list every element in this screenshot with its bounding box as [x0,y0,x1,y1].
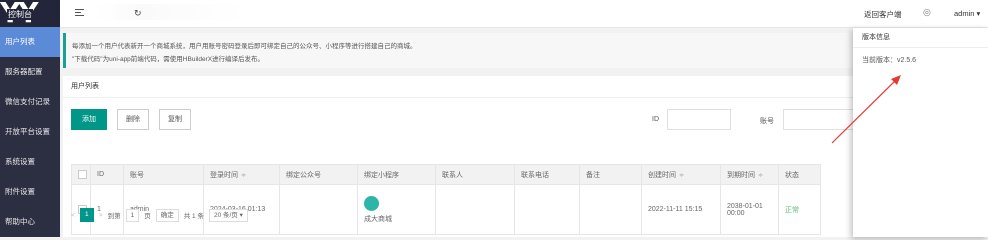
sidebar-menu: 用户列表 服务器配置 微信支付记录 开放平台设置 系统设置 附件设置 帮助中心 [0,27,60,237]
user-name: admin [954,9,975,18]
current-page[interactable]: 1 [79,208,94,222]
sidebar-item-wxpay[interactable]: 微信支付记录 [0,87,60,117]
cell-created: 2022-11-11 15:15 [641,184,721,235]
id-filter-label: ID [652,116,659,123]
col-account: 账号 [123,164,204,185]
col-status: 状态 [778,164,821,185]
col-phone: 联系电话 [514,164,580,185]
page-input[interactable]: 1 [125,208,140,222]
mini-program-icon [364,195,379,211]
page-unit: 页 [144,213,151,220]
col-login-time-label: 登录时间 [210,171,238,179]
sidebar-item-open-platform[interactable]: 开放平台设置 [0,117,60,147]
sidebar-item-help[interactable]: 帮助中心 [0,207,60,237]
page-size-select[interactable]: 20 条/页 ▾ [208,208,248,222]
add-button[interactable]: 添加 [71,109,107,130]
cell-expires: 2038-01-01 00:00 [720,184,779,235]
sort-icon: ≑ [241,172,247,179]
mini-program-name: 成大商城 [364,215,392,223]
col-remark: 备注 [579,164,642,185]
goto-label: 到第 [107,213,121,220]
col-login-time[interactable]: 登录时间 ≑ [203,164,280,185]
refresh-icon[interactable]: ↻ [134,8,142,19]
theme-icon[interactable]: ◎ [923,7,931,18]
notice-line-2: "下载代码"为uni-app前端代码，需使用HBuilderX进行编译后发布。 [72,56,265,63]
chevron-down-icon: ▾ [976,9,981,18]
version-popup-title: 版本信息 [853,28,988,48]
version-info: 当前版本：v2.5.6 [853,48,988,72]
cell-remark [579,184,642,235]
account-filter-label: 账号 [760,118,774,125]
id-filter-input[interactable] [667,109,731,130]
select-all-checkbox[interactable] [78,170,87,179]
confirm-button[interactable]: 确定 [155,208,179,222]
version-popup: 版本信息 当前版本：v2.5.6 [853,28,988,237]
version-value: v2.5.6 [897,57,917,64]
logo: YY 控制台 [0,0,60,27]
sidebar-item-attachments[interactable]: 附件设置 [0,177,60,207]
cell-mini: 成大商城 [357,184,436,235]
sidebar-item-users[interactable]: 用户列表 [0,27,60,57]
cell-contact [435,184,515,235]
user-table: ID 账号 登录时间 ≑ 绑定公众号 绑定小程序 联系人 联系电话 备注 创建时间… [71,164,821,235]
sort-icon: ≑ [758,172,764,179]
copy-button[interactable]: 复制 [159,109,191,130]
logo-text: 控制台 [7,9,33,20]
col-created-label: 创建时间 [648,171,676,179]
account-filter-input[interactable] [783,109,863,130]
col-mp: 绑定公众号 [279,164,358,185]
table-header-row: ID 账号 登录时间 ≑ 绑定公众号 绑定小程序 联系人 联系电话 备注 创建时间… [71,164,821,185]
total-count: 共 1 条 [183,213,204,220]
next-page-button[interactable]: > [99,212,103,219]
notice-line-1: 每添加一个用户代表新开一个商城系统，用户用账号密码登录后即可绑定自己的公众号、小… [72,43,417,50]
menu-toggle-icon[interactable] [75,9,84,18]
notice-box: 每添加一个用户代表新开一个商城系统，用户用账号密码登录后即可绑定自己的公众号、小… [63,33,986,68]
delete-button[interactable]: 删除 [117,109,149,130]
user-menu[interactable]: admin ▾ [954,9,980,18]
top-bar: ↻ 返回客户端 ◎ admin ▾ [60,0,988,28]
topbar-fade [96,4,246,20]
main-content: 每添加一个用户代表新开一个商城系统，用户用账号密码登录后即可绑定自己的公众号、小… [60,28,988,237]
sidebar-item-server[interactable]: 服务器配置 [0,57,60,87]
sort-icon: ≑ [679,172,685,179]
cell-status: 正常 [778,184,821,235]
back-to-client-link[interactable]: 返回客户端 [864,9,902,20]
sidebar-item-system[interactable]: 系统设置 [0,147,60,177]
col-id: ID [90,164,124,185]
select-all-cell [71,164,91,185]
version-label: 当前版本： [862,57,897,64]
col-expires-label: 到期时间 [727,171,755,179]
col-contact: 联系人 [435,164,515,185]
col-expires[interactable]: 到期时间 ≑ [720,164,779,185]
col-mini: 绑定小程序 [357,164,436,185]
pagination: < 1 > 到第 1 页 确定 共 1 条 20 条/页 ▾ [71,208,248,222]
col-created[interactable]: 创建时间 ≑ [641,164,721,185]
sidebar: YY 控制台 用户列表 服务器配置 微信支付记录 开放平台设置 系统设置 附件设… [0,0,60,237]
prev-page-button[interactable]: < [71,212,75,219]
card-title: 用户列表 [63,76,986,98]
cell-phone [514,184,580,235]
cell-mp [279,184,358,235]
